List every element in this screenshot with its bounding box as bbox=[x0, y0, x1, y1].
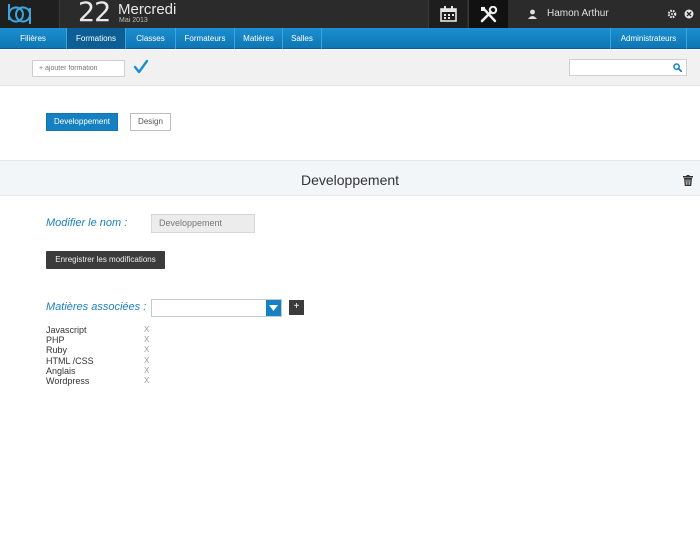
subject-list: Javascript X PHP X Ruby X HTML /CSS X An… bbox=[46, 325, 156, 386]
check-icon[interactable] bbox=[133, 59, 149, 75]
remove-subject-button[interactable]: X bbox=[144, 376, 149, 386]
remove-subject-button[interactable]: X bbox=[144, 366, 149, 376]
subject-name: Ruby bbox=[46, 345, 68, 356]
list-item: Anglais X bbox=[46, 366, 156, 376]
user-name[interactable]: Hamon Arthur bbox=[547, 8, 609, 19]
subject-name: Anglais bbox=[46, 365, 76, 376]
save-changes-button[interactable]: Enregistrer les modifications bbox=[46, 251, 165, 269]
list-item: Javascript X bbox=[46, 325, 156, 335]
subject-name: PHP bbox=[46, 335, 65, 346]
chevron-down-icon bbox=[269, 305, 278, 311]
remove-subject-button[interactable]: X bbox=[144, 356, 149, 366]
main-nav: Filières Formations Classes Formateurs M… bbox=[0, 28, 700, 49]
logo-icon bbox=[8, 4, 31, 24]
nav-item-salles[interactable]: Salles bbox=[283, 28, 322, 49]
nav-item-classes[interactable]: Classes bbox=[126, 28, 176, 49]
rename-label: Modifier le nom : bbox=[46, 217, 128, 229]
nav-item-formateurs[interactable]: Formateurs bbox=[176, 28, 235, 49]
section-header: Developpement bbox=[0, 160, 700, 196]
calendar-icon bbox=[440, 6, 457, 22]
nav-item-matieres[interactable]: Matières bbox=[235, 28, 283, 49]
date-month-year: Mai 2013 bbox=[119, 17, 148, 24]
search-input[interactable] bbox=[569, 59, 687, 76]
subject-name: HTML /CSS bbox=[46, 355, 94, 366]
trash-icon[interactable] bbox=[683, 175, 693, 186]
list-item: Wordpress X bbox=[46, 376, 156, 386]
remove-subject-button[interactable]: X bbox=[144, 345, 149, 355]
formation-name-field[interactable]: Developpement bbox=[151, 214, 255, 233]
list-item: HTML /CSS X bbox=[46, 356, 156, 366]
select-dropdown-button[interactable] bbox=[266, 300, 281, 316]
remove-subject-button[interactable]: X bbox=[144, 325, 149, 335]
tools-icon bbox=[480, 6, 498, 23]
list-item: PHP X bbox=[46, 335, 156, 345]
subject-name: Wordpress bbox=[46, 375, 90, 386]
list-item: Ruby X bbox=[46, 345, 156, 355]
subjects-label: Matières associées : bbox=[46, 301, 147, 313]
user-icon bbox=[528, 9, 537, 19]
subjects-select[interactable] bbox=[151, 299, 282, 317]
date-day: 22 bbox=[78, 0, 111, 28]
add-subject-button[interactable]: + bbox=[289, 300, 304, 315]
nav-item-filieres[interactable]: Filières bbox=[0, 28, 67, 49]
gear-icon[interactable] bbox=[667, 9, 677, 19]
category-design-button[interactable]: Design bbox=[130, 113, 171, 131]
nav-item-administrateurs[interactable]: Administrateurs bbox=[610, 28, 687, 49]
category-developpement-button[interactable]: Developpement bbox=[46, 113, 118, 131]
search-icon[interactable] bbox=[673, 63, 682, 72]
close-icon[interactable] bbox=[684, 9, 694, 19]
section-title: Developpement bbox=[300, 172, 400, 188]
top-bar: 22 Mercredi Mai 2013 Hamon Arthur bbox=[0, 0, 700, 28]
calendar-button[interactable] bbox=[428, 0, 467, 28]
app-logo[interactable] bbox=[0, 0, 60, 28]
settings-tools-button[interactable] bbox=[468, 0, 508, 28]
toolbar bbox=[0, 50, 700, 86]
add-formation-input[interactable] bbox=[32, 60, 125, 77]
nav-item-formations[interactable]: Formations bbox=[67, 28, 126, 49]
remove-subject-button[interactable]: X bbox=[144, 335, 149, 345]
date-weekday: Mercredi bbox=[118, 1, 177, 18]
subject-name: Javascript bbox=[46, 325, 87, 335]
